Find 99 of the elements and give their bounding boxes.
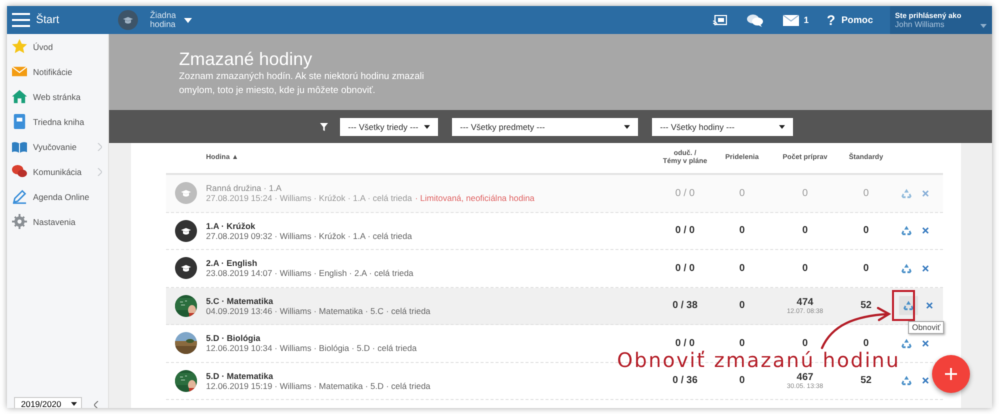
envelope-icon [12, 64, 27, 79]
caret-icon[interactable] [184, 18, 192, 22]
gear-icon [12, 214, 27, 229]
standards-count: 0 [863, 225, 869, 236]
standards-count: 0 [863, 338, 869, 349]
close-icon [922, 377, 929, 384]
sidebar-item[interactable]: Úvod [7, 34, 108, 59]
delete-button[interactable] [920, 375, 931, 386]
preparation-count: 0 [802, 262, 808, 274]
close-icon [922, 264, 929, 272]
help-glyph[interactable]: ? [826, 12, 836, 28]
help-link[interactable]: Pomoc [841, 14, 873, 26]
assigned-count: 0 [739, 262, 745, 274]
filter-icon [320, 122, 328, 130]
delete-button[interactable] [924, 300, 935, 312]
caret-icon [424, 124, 430, 128]
filter-select[interactable]: --- Všetky triedy --- [340, 118, 438, 136]
assigned-count: 0 [739, 225, 745, 236]
highlight-frame [892, 290, 915, 321]
annotation-text: Obnoviť zmazanú hodinu [617, 350, 900, 370]
recycle-icon [901, 338, 912, 349]
mail-icon[interactable] [782, 14, 799, 26]
assigned-count: 0 [739, 300, 745, 312]
graduation-cap-icon [118, 10, 138, 30]
close-icon [926, 302, 933, 310]
lesson-details: 23.08.2019 14:07 · Williams · English · 2.A · celá trieda [206, 268, 414, 278]
page-description: Zoznam zmazaných hodín. Ak ste niektorú hodinu zmazali omylom, toto je miesto, kde ju môžete obnoviť. [179, 70, 426, 97]
lesson-note: · Limitovaná, neoficiálna hodina [414, 193, 535, 204]
sidebar-item[interactable]: Web stránka [7, 84, 108, 109]
preparation-count: 474 [796, 296, 814, 308]
star-icon [12, 39, 27, 54]
recycle-icon [903, 300, 914, 312]
sidebar-item[interactable]: Vyučovanie [7, 134, 108, 159]
preparation-count: 0 [802, 188, 808, 199]
sidebar-item[interactable]: Agenda Online [7, 184, 108, 209]
tooltip: Obnoviť [908, 321, 944, 334]
taught-count: 0 / 0 [675, 188, 695, 199]
caret-icon [980, 24, 987, 28]
assigned-count: 0 [739, 188, 745, 199]
filter-select[interactable]: --- Všetky hodiny --- [652, 118, 793, 136]
pen-icon [12, 189, 27, 204]
sidebar-item[interactable]: Notifikácie [7, 59, 108, 84]
delete-button[interactable] [920, 262, 931, 274]
mail-count: 1 [804, 15, 809, 25]
standards-count: 0 [863, 188, 869, 199]
taught-count: 0 / 0 [675, 262, 695, 274]
preparation-count: 0 [802, 225, 808, 236]
lesson-details: 04.09.2019 13:46 · Williams · Matematika · 5.C · celá trieda [206, 306, 430, 316]
taught-count: 0 / 0 [675, 338, 695, 349]
delete-button[interactable] [920, 225, 931, 236]
sidebar-item[interactable]: Komunikácia [7, 159, 108, 184]
lesson-details: 12.06.2019 15:19 · Williams · Matematika · 5.D · celá trieda [206, 380, 430, 391]
taught-count: 0 / 38 [672, 300, 698, 312]
close-icon [922, 227, 929, 234]
open-book-icon [12, 139, 27, 154]
chat-bubbles-icon [12, 164, 27, 179]
sidebar-item[interactable]: Nastavenia [7, 209, 108, 234]
close-icon [922, 340, 929, 347]
preparation-count: 467 [796, 372, 814, 383]
assigned-count: 0 [739, 338, 745, 349]
filter-select[interactable]: --- Všetky predmety --- [452, 118, 638, 136]
lesson-details: 12.06.2019 10:34 · Williams · Biológia · 5.D · celá trieda [206, 343, 417, 354]
lesson-title: 5.D · Matematika [206, 370, 274, 381]
menu-icon[interactable] [12, 13, 30, 27]
lesson-title: 2.A · English [206, 258, 258, 268]
preparation-count: 0 [802, 338, 808, 349]
recycle-icon [901, 262, 912, 274]
standards-count: 52 [860, 375, 872, 386]
lesson-details: 27.08.2019 15:24 · Williams · Krúžok · 1.A · celá trieda [206, 193, 412, 204]
lesson-title: Ranná družina · 1.A [206, 183, 283, 194]
lesson-selector[interactable]: Žiadna hodina [150, 11, 182, 29]
page-title: Zmazané hodiny [179, 49, 314, 69]
book-icon [12, 114, 27, 129]
cast-icon[interactable] [712, 14, 727, 26]
caret-icon [71, 402, 78, 406]
start-label[interactable]: Štart [36, 14, 60, 26]
recycle-icon [901, 225, 912, 236]
caret-icon [624, 124, 630, 128]
taught-count: 0 / 36 [672, 375, 698, 386]
standards-count: 52 [860, 300, 872, 312]
plus-icon [945, 368, 957, 380]
collapse-chevron-icon[interactable] [94, 400, 100, 408]
chat-icon[interactable] [746, 14, 763, 26]
delete-button[interactable] [920, 338, 931, 349]
delete-button[interactable] [920, 188, 931, 199]
assigned-count: 0 [739, 375, 745, 386]
close-icon [922, 190, 929, 197]
recycle-icon [901, 188, 912, 199]
caret-icon [779, 124, 785, 128]
house-icon [12, 89, 27, 104]
school-year-select[interactable]: 2019/2020 [14, 397, 82, 408]
recycle-icon [901, 375, 912, 386]
taught-count: 0 / 0 [675, 225, 695, 236]
sidebar-item[interactable]: Triedna kniha [7, 109, 108, 134]
lesson-title: 1.A · Krúžok [206, 220, 256, 231]
standards-count: 0 [863, 262, 869, 274]
lesson-title: 5.C · Matematika [206, 296, 274, 306]
lesson-details: 27.08.2019 09:32 · Williams · Krúžok · 1.A · celá trieda [206, 230, 412, 241]
lesson-title: 5.D · Biológia [206, 333, 262, 344]
